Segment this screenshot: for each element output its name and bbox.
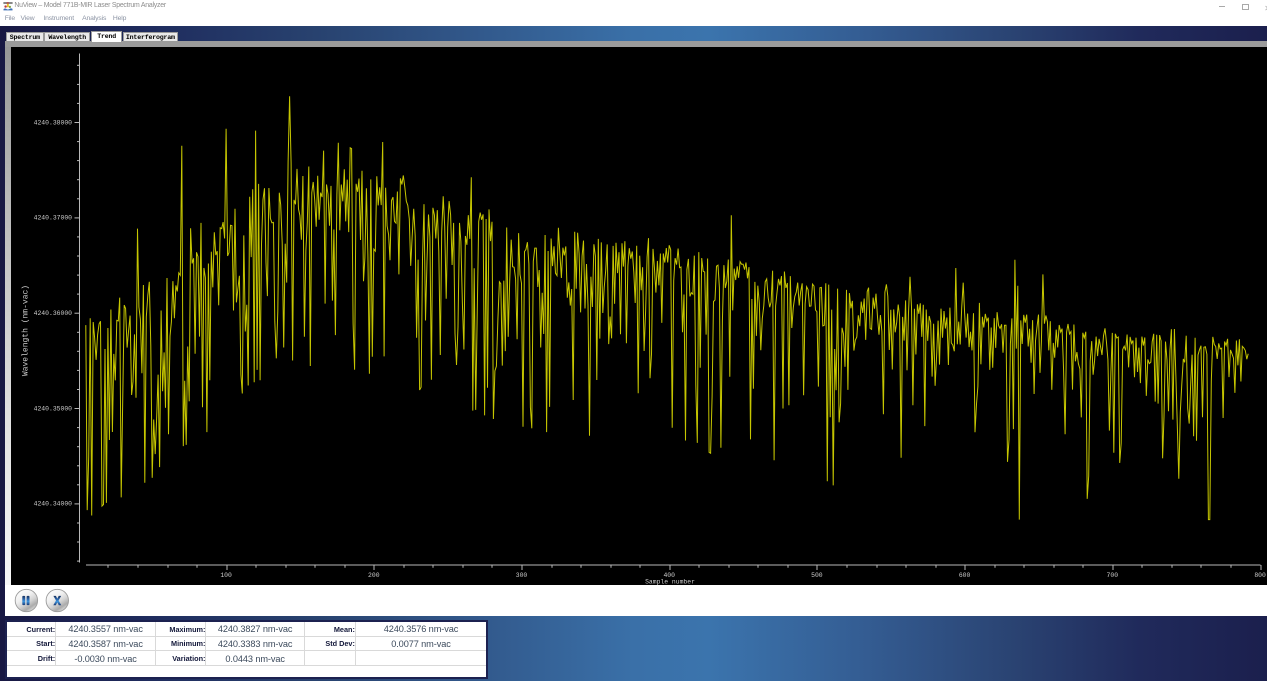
svg-text:4240.37000: 4240.37000 [34,214,73,221]
svg-text:700: 700 [1107,572,1119,579]
svg-text:4240.35000: 4240.35000 [34,405,73,412]
svg-text:4240.36000: 4240.36000 [34,310,73,317]
svg-text:4240.34000: 4240.34000 [34,500,73,507]
svg-text:Wavelength (nm-vac): Wavelength (nm-vac) [22,284,31,375]
svg-text:200: 200 [368,572,380,579]
svg-text:100: 100 [220,572,232,579]
svg-text:500: 500 [811,572,823,579]
svg-text:600: 600 [959,572,971,579]
svg-text:Sample number: Sample number [645,578,695,585]
svg-text:4240.38000: 4240.38000 [34,119,73,126]
svg-text:800: 800 [1254,572,1266,579]
svg-text:300: 300 [516,572,528,579]
